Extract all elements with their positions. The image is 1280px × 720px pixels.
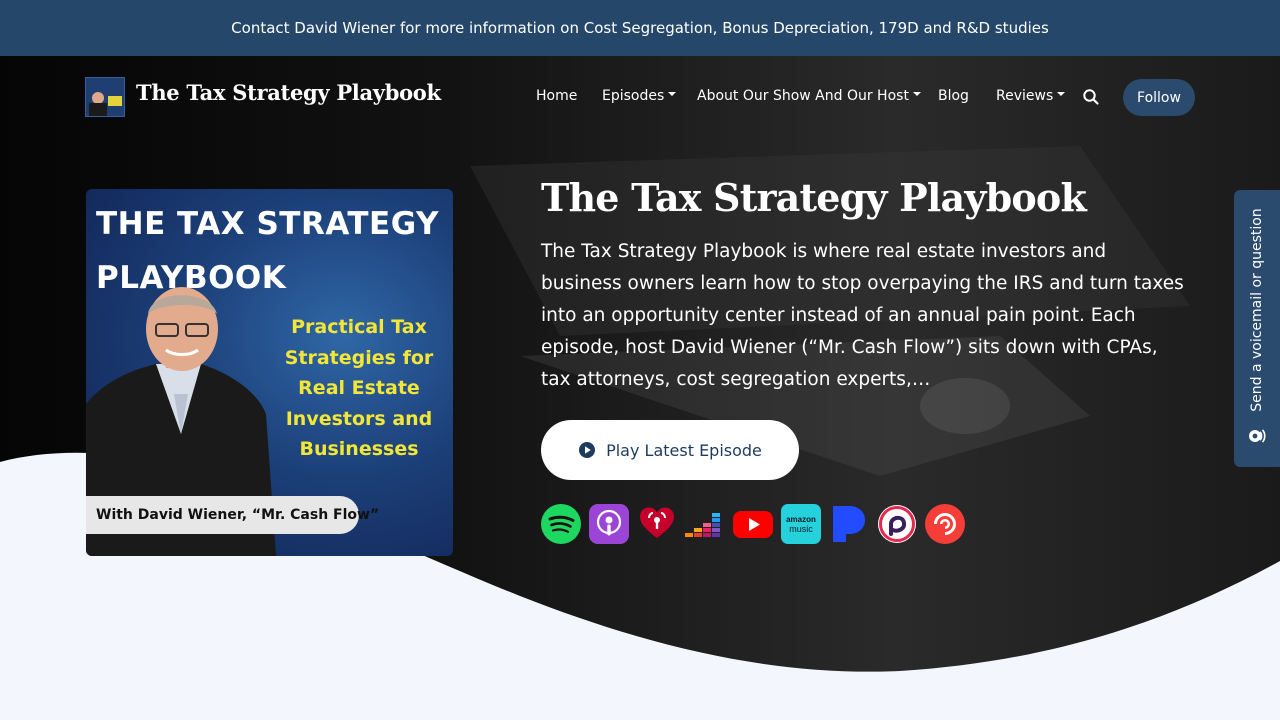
announcement-bar[interactable]: Contact David Wiener for more informatio… bbox=[0, 0, 1280, 56]
svg-text:amazon: amazon bbox=[786, 515, 816, 524]
apple-podcasts-icon[interactable] bbox=[589, 504, 629, 544]
play-circle-icon bbox=[579, 442, 596, 458]
voicemail-label: Send a voicemail or question bbox=[1249, 208, 1265, 412]
chevron-down-icon bbox=[668, 92, 677, 96]
chevron-down-icon bbox=[912, 92, 921, 96]
svg-text:music: music bbox=[789, 524, 813, 534]
play-latest-episode-button[interactable]: Play Latest Episode bbox=[541, 420, 799, 480]
site-title[interactable]: The Tax Strategy Playbook bbox=[136, 80, 441, 105]
spotify-icon[interactable] bbox=[541, 504, 581, 544]
amazon-music-icon[interactable]: amazon music bbox=[781, 504, 821, 544]
pandora-icon[interactable] bbox=[829, 504, 869, 544]
voicemail-icon bbox=[1249, 429, 1266, 443]
nav-about[interactable]: About Our Show And Our Host bbox=[697, 88, 921, 104]
iheartradio-icon[interactable] bbox=[637, 504, 677, 544]
podcast-cover-art: THE TAX STRATEGY PLAYBOOK Practical Tax … bbox=[86, 189, 453, 556]
site-logo[interactable] bbox=[85, 77, 125, 117]
nav-blog[interactable]: Blog bbox=[938, 88, 969, 104]
announcement-text[interactable]: Contact David Wiener for more informatio… bbox=[231, 19, 1049, 37]
follow-button[interactable]: Follow bbox=[1123, 79, 1195, 116]
nav-home[interactable]: Home bbox=[536, 88, 577, 104]
main-nav: The Tax Strategy Playbook Home Episodes … bbox=[0, 56, 1280, 138]
search-icon[interactable] bbox=[1082, 88, 1100, 106]
page-title: The Tax Strategy Playbook bbox=[541, 175, 1087, 220]
voicemail-tab[interactable]: Send a voicemail or question bbox=[1234, 190, 1280, 467]
cover-caption: With David Wiener, “Mr. Cash Flow” bbox=[86, 496, 379, 534]
nav-episodes[interactable]: Episodes bbox=[602, 88, 677, 104]
chevron-down-icon bbox=[1057, 92, 1066, 96]
play-latest-episode-label: Play Latest Episode bbox=[606, 440, 762, 460]
show-description: The Tax Strategy Playbook is where real … bbox=[541, 241, 1184, 390]
podcast-addict-icon[interactable] bbox=[877, 504, 917, 544]
cover-subtitle: Practical Tax Strategies for Real Estate… bbox=[284, 316, 434, 460]
nav-reviews[interactable]: Reviews bbox=[996, 88, 1066, 104]
pocket-casts-icon[interactable] bbox=[925, 504, 965, 544]
deezer-icon[interactable] bbox=[685, 504, 725, 544]
youtube-icon[interactable] bbox=[733, 504, 773, 544]
